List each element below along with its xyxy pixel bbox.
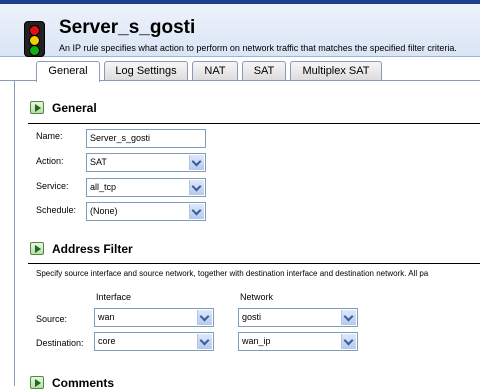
name-field[interactable]: Server_s_gosti — [86, 129, 206, 148]
interface-column-header: Interface — [96, 292, 132, 302]
schedule-select[interactable]: (None) — [86, 202, 206, 221]
destination-interface-value: core — [98, 336, 116, 346]
source-network-value: gosti — [242, 312, 262, 322]
schedule-value: (None) — [90, 206, 118, 216]
chevron-down-icon[interactable] — [197, 310, 212, 325]
destination-network-value: wan_ip — [242, 336, 271, 346]
tab-nat[interactable]: NAT — [192, 61, 238, 80]
section-arrow-icon — [30, 376, 44, 389]
action-value: SAT — [90, 157, 107, 167]
destination-label: Destination: — [36, 338, 84, 348]
chevron-down-icon[interactable] — [189, 180, 204, 195]
source-interface-select[interactable]: wan — [94, 308, 214, 327]
section-title-comments: Comments — [52, 376, 115, 390]
page-header: Server_s_gosti An IP rule specifies what… — [0, 4, 480, 57]
section-arrow-icon — [30, 101, 44, 114]
tab-multiplex-sat[interactable]: Multiplex SAT — [290, 61, 382, 80]
service-label: Service: — [36, 181, 69, 191]
source-interface-value: wan — [98, 312, 115, 322]
page-subtitle: An IP rule specifies what action to perf… — [59, 43, 457, 53]
tab-bar: General Log Settings NAT SAT Multiplex S… — [0, 61, 480, 82]
section-divider — [28, 263, 480, 264]
chevron-down-icon[interactable] — [189, 155, 204, 170]
page-title: Server_s_gosti — [59, 17, 196, 38]
section-divider — [28, 123, 480, 124]
schedule-label: Schedule: — [36, 205, 77, 215]
action-label: Action: — [36, 156, 64, 166]
traffic-light-icon — [24, 21, 45, 57]
address-filter-description: Specify source interface and source netw… — [36, 269, 429, 278]
source-network-select[interactable]: gosti — [238, 308, 358, 327]
name-label: Name: — [36, 131, 63, 141]
network-column-header: Network — [240, 292, 274, 302]
section-title-general: General — [52, 101, 97, 115]
service-value: all_tcp — [90, 182, 117, 192]
destination-network-select[interactable]: wan_ip — [238, 332, 358, 351]
section-arrow-icon — [30, 242, 44, 255]
chevron-down-icon[interactable] — [189, 204, 204, 219]
chevron-down-icon[interactable] — [341, 334, 356, 349]
section-title-address-filter: Address Filter — [52, 242, 133, 256]
source-label: Source: — [36, 314, 68, 324]
tab-general[interactable]: General — [36, 61, 100, 82]
tab-sat[interactable]: SAT — [242, 61, 286, 80]
tab-log-settings[interactable]: Log Settings — [104, 61, 188, 80]
action-select[interactable]: SAT — [86, 153, 206, 172]
chevron-down-icon[interactable] — [197, 334, 212, 349]
chevron-down-icon[interactable] — [341, 310, 356, 325]
service-select[interactable]: all_tcp — [86, 178, 206, 197]
destination-interface-select[interactable]: core — [94, 332, 214, 351]
